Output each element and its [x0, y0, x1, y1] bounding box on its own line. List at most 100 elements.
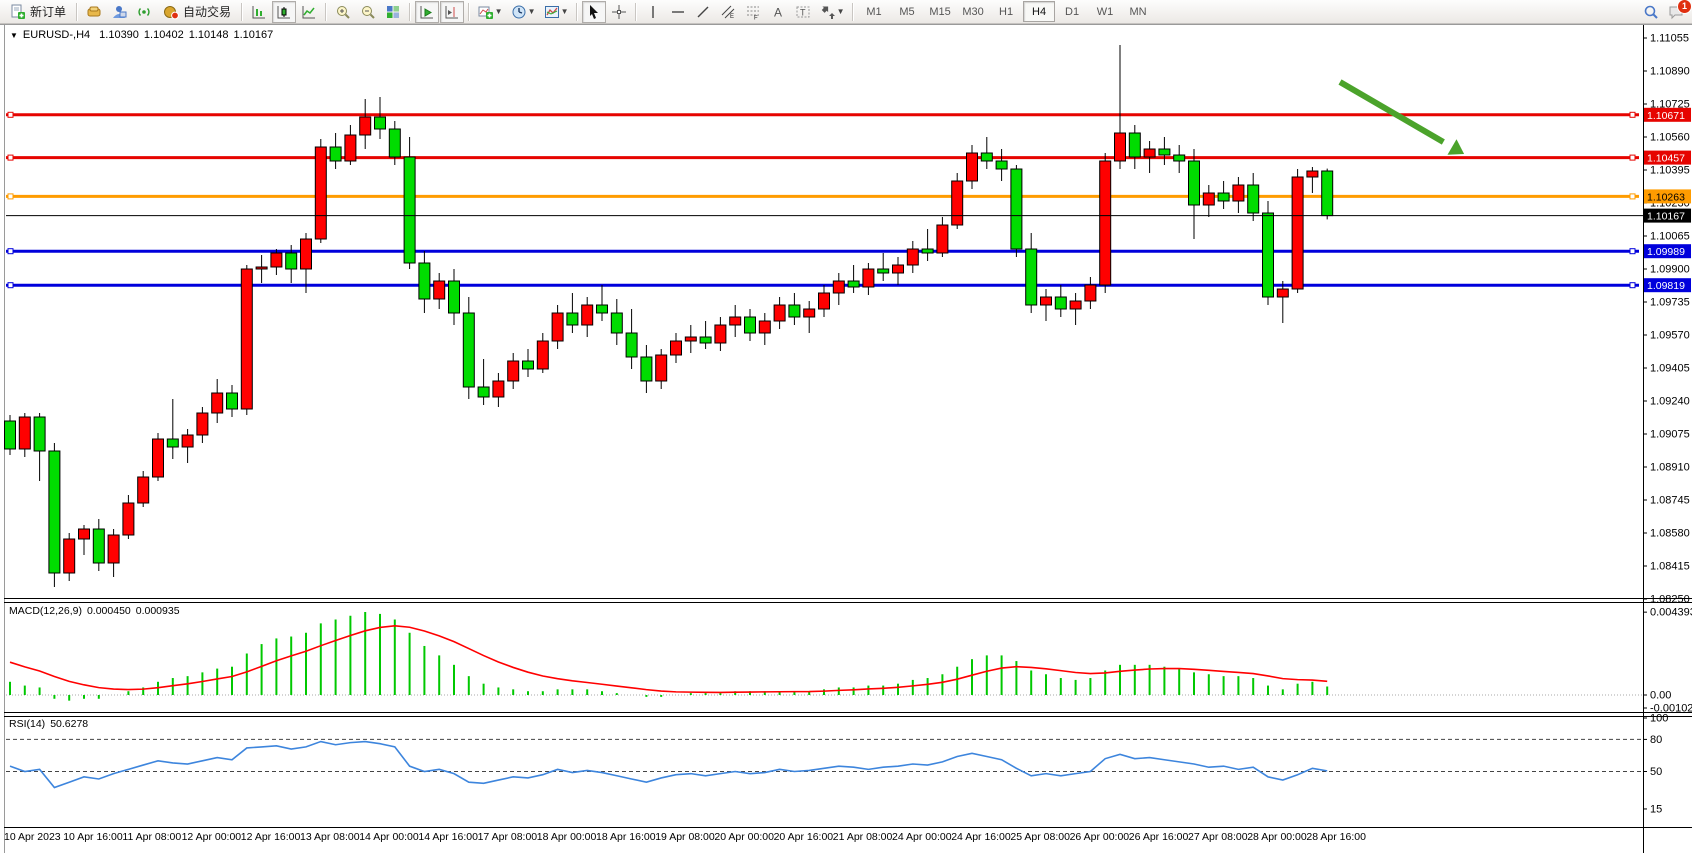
svg-text:26 Apr 16:00: 26 Apr 16:00: [1129, 831, 1189, 843]
new-order-label: 新订单: [30, 3, 66, 20]
collapse-chart-icon[interactable]: ▼: [10, 31, 18, 40]
rsi-current-value: 50.6278: [50, 718, 88, 730]
svg-text:18 Apr 16:00: 18 Apr 16:00: [596, 831, 656, 843]
candle-up: [774, 305, 785, 321]
signals-icon[interactable]: [107, 1, 131, 23]
svg-text:1.08745: 1.08745: [1650, 495, 1690, 507]
candle-down: [878, 269, 889, 273]
candlestick-mode-icon[interactable]: [272, 1, 296, 23]
timeframe-h1[interactable]: H1: [990, 1, 1022, 22]
horizontal-line-tool-icon[interactable]: [666, 1, 690, 23]
svg-text:28 Apr 16:00: 28 Apr 16:00: [1306, 831, 1366, 843]
trendline-tool-icon[interactable]: [691, 1, 715, 23]
cursor-tool-icon[interactable]: [582, 1, 606, 23]
candle-up: [1292, 177, 1303, 289]
svg-text:12 Apr 16:00: 12 Apr 16:00: [241, 831, 301, 843]
candle-up: [730, 317, 741, 325]
candle-down: [49, 451, 60, 573]
equidistant-channel-tool-icon[interactable]: E: [716, 1, 740, 23]
candle-down: [922, 249, 933, 253]
timeframe-w1[interactable]: W1: [1089, 1, 1121, 22]
svg-text:A: A: [774, 5, 782, 19]
chart-shift-icon[interactable]: [440, 1, 464, 23]
candle-down: [5, 421, 16, 449]
candle-down: [1322, 171, 1333, 216]
auto-scroll-icon[interactable]: [415, 1, 439, 23]
timeframe-group: M1 M5 M15 M30 H1 H4 D1 W1 MN: [858, 1, 1154, 22]
candle-up: [715, 325, 726, 343]
candle-up: [819, 293, 830, 309]
zoom-out-icon[interactable]: [356, 1, 380, 23]
candle-up: [271, 253, 282, 267]
svg-text:1.09819: 1.09819: [1647, 280, 1685, 292]
candle-up: [582, 305, 593, 325]
auto-trading-icon: [163, 4, 179, 20]
templates-menu-icon[interactable]: ▼: [540, 1, 572, 23]
candle-up: [804, 309, 815, 317]
auto-trading-label: 自动交易: [183, 3, 231, 20]
candle-up: [508, 361, 519, 381]
candle-down: [789, 305, 800, 317]
bar-chart-mode-icon[interactable]: [247, 1, 271, 23]
candle-up: [1115, 133, 1126, 161]
candle-down: [626, 333, 637, 357]
svg-text:1.10457: 1.10457: [1647, 153, 1685, 165]
timeframe-mn[interactable]: MN: [1122, 1, 1154, 22]
candle-up: [19, 417, 30, 449]
separator: [76, 3, 78, 21]
fibonacci-tool-icon[interactable]: F: [741, 1, 765, 23]
market-depth-icon[interactable]: [82, 1, 106, 23]
candle-down: [330, 147, 341, 161]
candle-up: [360, 117, 371, 135]
candle-down: [848, 281, 859, 287]
timeframe-m15[interactable]: M15: [924, 1, 956, 22]
chart-canvas[interactable]: 1.110551.108901.107251.105601.103951.102…: [0, 24, 1692, 853]
timeframe-m5[interactable]: M5: [891, 1, 923, 22]
timeframe-m30[interactable]: M30: [957, 1, 989, 22]
svg-text:1.10065: 1.10065: [1650, 231, 1690, 243]
candle-down: [1174, 155, 1185, 161]
svg-text:24 Apr 16:00: 24 Apr 16:00: [951, 831, 1011, 843]
timeframe-m1[interactable]: M1: [858, 1, 890, 22]
candle-up: [123, 503, 134, 535]
text-tool-icon[interactable]: A: [766, 1, 790, 23]
zoom-in-icon[interactable]: [331, 1, 355, 23]
candle-down: [611, 313, 622, 333]
new-order-icon: [10, 4, 26, 20]
new-order-button[interactable]: 新订单: [4, 1, 72, 23]
vertical-line-tool-icon[interactable]: [641, 1, 665, 23]
svg-text:0.00: 0.00: [1650, 690, 1671, 702]
candle-down: [167, 439, 178, 447]
broadcast-icon[interactable]: [132, 1, 156, 23]
auto-trading-button[interactable]: 自动交易: [157, 1, 237, 23]
svg-text:27 Apr 08:00: 27 Apr 08:00: [1188, 831, 1248, 843]
candle-up: [434, 281, 445, 299]
candle-down: [419, 263, 430, 299]
arrows-tool-icon[interactable]: ▼: [816, 1, 848, 23]
svg-text:1.10560: 1.10560: [1650, 132, 1690, 144]
svg-text:1.10263: 1.10263: [1647, 191, 1685, 203]
notifications-icon[interactable]: 1: [1664, 1, 1688, 23]
candle-down: [449, 281, 460, 313]
svg-text:1.09075: 1.09075: [1650, 429, 1690, 441]
search-icon[interactable]: [1639, 1, 1663, 23]
crosshair-tool-icon[interactable]: [607, 1, 631, 23]
candle-up: [537, 341, 548, 369]
timeframe-d1[interactable]: D1: [1056, 1, 1088, 22]
line-chart-mode-icon[interactable]: [297, 1, 321, 23]
candle-up: [937, 225, 948, 253]
chart-window[interactable]: ▼ EURUSD-,H4 1.10390 1.10402 1.10148 1.1…: [0, 24, 1692, 853]
indicators-menu-icon[interactable]: ▼: [474, 1, 506, 23]
timeframe-h4[interactable]: H4: [1023, 1, 1055, 22]
svg-text:1.09240: 1.09240: [1650, 396, 1690, 408]
tile-windows-icon[interactable]: [381, 1, 405, 23]
text-label-tool-icon[interactable]: T: [791, 1, 815, 23]
candle-up: [493, 381, 504, 397]
svg-text:10 Apr 16:00: 10 Apr 16:00: [63, 831, 123, 843]
candle-down: [478, 387, 489, 397]
candle-up: [182, 435, 193, 447]
periods-menu-icon[interactable]: ▼: [507, 1, 539, 23]
ohlc-open: 1.10390: [99, 29, 139, 41]
candle-up: [256, 267, 267, 269]
candle-down: [996, 161, 1007, 169]
